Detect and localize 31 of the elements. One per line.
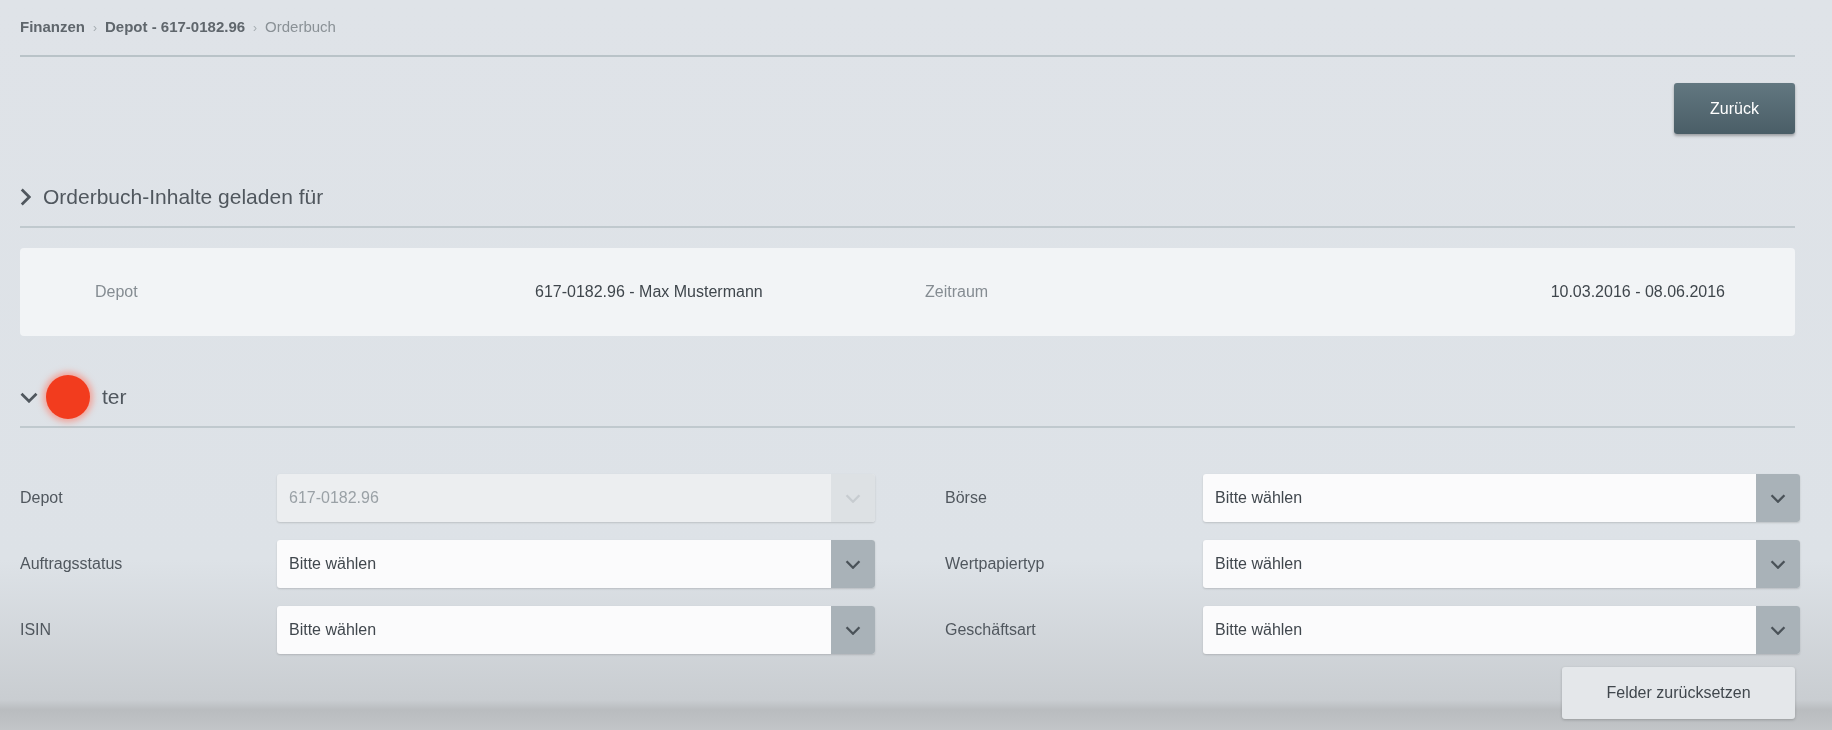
breadcrumb-item: Orderbuch — [265, 17, 336, 38]
select-field: 617-0182.96 — [277, 474, 875, 522]
field-label: Geschäftsart — [944, 620, 1037, 640]
field-label: Wertpapiertyp — [944, 554, 1046, 574]
field-label: Auftragsstatus — [20, 554, 124, 574]
select-field[interactable]: Bitte wählen — [1203, 606, 1800, 654]
breadcrumb-item[interactable]: Finanzen — [20, 16, 85, 39]
back-button[interactable]: Zurück — [1674, 83, 1795, 134]
select-field[interactable]: Bitte wählen — [277, 540, 875, 588]
chevron-down-icon — [1770, 559, 1786, 569]
section-title[interactable]: ter — [102, 381, 127, 413]
breadcrumb-separator: › — [93, 19, 97, 37]
field-label: Depot — [20, 488, 64, 508]
field-label: ISIN — [20, 620, 53, 640]
summary-label: Zeitraum — [925, 282, 990, 302]
chevron-down-icon — [845, 559, 861, 569]
field-label: Börse — [944, 488, 988, 508]
click-indicator — [46, 375, 90, 419]
breadcrumb-item[interactable]: Depot - 617-0182.96 — [105, 16, 246, 39]
section-title[interactable]: Orderbuch-Inhalte geladen für — [43, 181, 324, 213]
summary-label: Depot — [95, 282, 139, 302]
select-field[interactable]: Bitte wählen — [1203, 474, 1800, 522]
chevron-down-icon — [1770, 625, 1786, 635]
breadcrumb-separator: › — [253, 19, 258, 37]
summary-value: 617-0182.96 - Max Mustermann — [535, 282, 764, 302]
select-field[interactable]: Bitte wählen — [1203, 540, 1800, 588]
chevron-down-icon — [845, 625, 861, 635]
chevron-down-icon — [1770, 493, 1786, 503]
reset-button[interactable]: Felder zurücksetzen — [1562, 667, 1795, 719]
summary-value: 10.03.2016 - 08.06.2016 — [1549, 282, 1725, 302]
select-field[interactable]: Bitte wählen — [277, 606, 875, 654]
